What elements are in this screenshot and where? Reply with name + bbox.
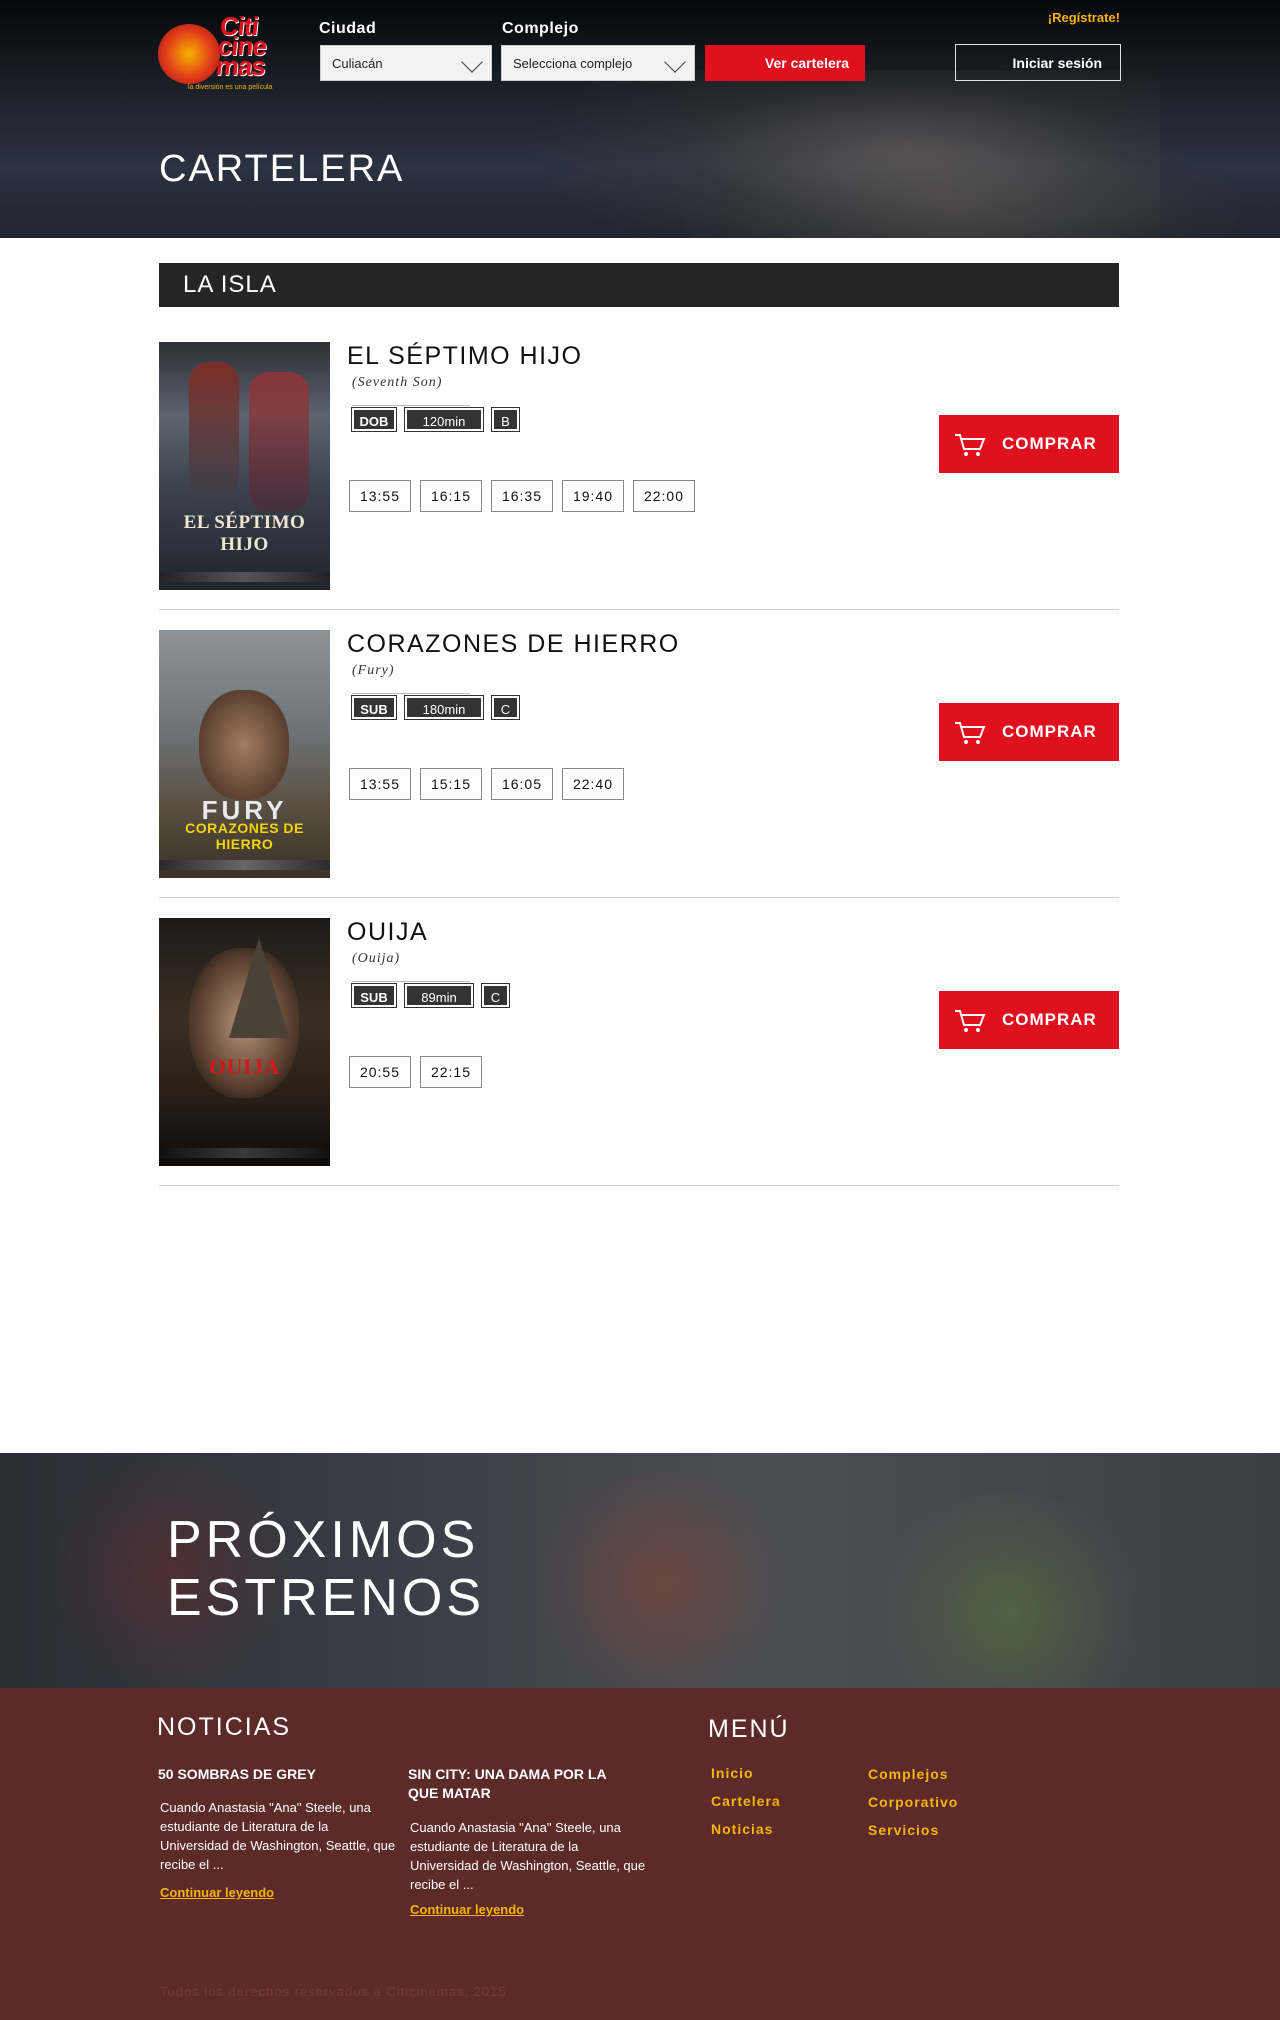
film-reel-icon (158, 24, 220, 84)
news-excerpt: Cuando Anastasia "Ana" Steele, una estud… (410, 1820, 646, 1892)
chevron-down-icon (461, 51, 483, 73)
read-more-link[interactable]: Continuar leyendo (160, 1885, 274, 1900)
poster-title: CORAZONES DE HIERRO (185, 820, 304, 852)
language-badge: SUB (351, 983, 397, 1008)
movie-poster[interactable]: OUIJA (159, 918, 330, 1166)
showtime-button[interactable]: 15:15 (420, 768, 482, 800)
register-link[interactable]: ¡Regístrate! (1048, 10, 1120, 25)
complex-label: Complejo (502, 20, 579, 37)
menu-link-corporativo[interactable]: Corporativo (868, 1794, 958, 1810)
news-heading: NOTICIAS (157, 1713, 292, 1741)
movie-original-title: (Seventh Son) (352, 375, 443, 390)
showtime-button[interactable]: 13:55 (349, 768, 411, 800)
showtime-button[interactable]: 20:55 (349, 1056, 411, 1088)
city-label: Ciudad (319, 20, 377, 37)
showtime-button[interactable]: 22:15 (420, 1056, 482, 1088)
chevron-down-icon (664, 51, 686, 73)
cart-icon (955, 1010, 986, 1032)
menu-link-inicio[interactable]: Inicio (711, 1765, 754, 1781)
movie-item: EL SÉPTIMO HIJO EL SÉPTIMO HIJO (Seventh… (159, 322, 1119, 610)
duration-badge: 120min (404, 407, 484, 432)
rating-badge: B (491, 407, 520, 432)
divider (352, 693, 470, 694)
complex-select[interactable]: Selecciona complejo (501, 45, 695, 81)
complex-section-title: LA ISLA (159, 263, 1119, 307)
news-title[interactable]: 50 SOMBRAS DE GREY (158, 1765, 388, 1784)
showtime-button[interactable]: 16:05 (491, 768, 553, 800)
poster-title: OUIJA (209, 1054, 280, 1079)
movie-item: FURY CORAZONES DE HIERRO CORAZONES DE HI… (159, 610, 1119, 898)
menu-link-complejos[interactable]: Complejos (868, 1766, 949, 1782)
movie-item: OUIJA OUIJA (Ouija) SUB 89min C 20:55 22… (159, 898, 1119, 1186)
upcoming-releases-banner[interactable]: PRÓXIMOS ESTRENOS (0, 1453, 1280, 1688)
movie-poster[interactable]: EL SÉPTIMO HIJO (159, 342, 330, 590)
menu-link-noticias[interactable]: Noticias (711, 1821, 773, 1837)
rating-badge: C (481, 983, 510, 1008)
buy-button-label: COMPRAR (1002, 722, 1097, 741)
read-more-link[interactable]: Continuar leyendo (410, 1902, 524, 1917)
movie-title[interactable]: OUIJA (347, 918, 428, 947)
menu-link-servicios[interactable]: Servicios (868, 1822, 939, 1838)
city-select-value: Culiacán (332, 56, 383, 71)
duration-badge: 89min (404, 983, 474, 1008)
showtime-button[interactable]: 22:40 (562, 768, 624, 800)
buy-button-label: COMPRAR (1002, 434, 1097, 453)
movie-original-title: (Ouija) (352, 951, 401, 966)
showtime-button[interactable]: 13:55 (349, 480, 411, 512)
showtime-button[interactable]: 19:40 (562, 480, 624, 512)
city-select[interactable]: Culiacán (320, 45, 492, 81)
showtime-button[interactable]: 22:00 (633, 480, 695, 512)
complex-select-value: Selecciona complejo (513, 56, 633, 71)
menu-link-cartelera[interactable]: Cartelera (711, 1793, 781, 1809)
buy-button-label: COMPRAR (1002, 1010, 1097, 1029)
logo-wordmark: Citi cine mas (214, 11, 268, 81)
view-schedule-button[interactable]: Ver cartelera (705, 45, 865, 81)
upcoming-title-line2: ESTRENOS (167, 1569, 486, 1627)
menu-heading: MENÚ (708, 1715, 790, 1743)
cart-icon (955, 722, 986, 744)
footer: NOTICIAS 50 SOMBRAS DE GREY Cuando Anast… (0, 1688, 1280, 2020)
duration-badge: 180min (404, 695, 484, 720)
divider (352, 405, 470, 406)
language-badge: DOB (351, 407, 397, 432)
logo-tagline: la diversión es una película (188, 84, 273, 91)
news-excerpt: Cuando Anastasia "Ana" Steele, una estud… (160, 1800, 396, 1872)
login-button[interactable]: Iniciar sesión (955, 44, 1121, 81)
buy-button[interactable]: COMPRAR (939, 703, 1119, 761)
divider (352, 981, 470, 982)
upcoming-title: PRÓXIMOS ESTRENOS (167, 1511, 485, 1627)
page-title: CARTELERA (159, 148, 405, 190)
movie-title[interactable]: EL SÉPTIMO HIJO (347, 342, 583, 371)
showtime-button[interactable]: 16:15 (420, 480, 482, 512)
copyright-text: Todos los derechos reservados a Citicine… (160, 1984, 507, 1999)
movie-title[interactable]: CORAZONES DE HIERRO (347, 630, 680, 659)
poster-title: EL SÉPTIMO HIJO (183, 512, 306, 555)
cart-icon (955, 434, 986, 456)
hero-banner: Citi cine mas la diversión es una película… (0, 0, 1280, 238)
movie-original-title: (Fury) (352, 663, 395, 678)
citicinemas-logo[interactable]: Citi cine mas la diversión es una película (158, 11, 292, 92)
buy-button[interactable]: COMPRAR (939, 415, 1119, 473)
showtime-button[interactable]: 16:35 (491, 480, 553, 512)
news-title[interactable]: SIN CITY: UNA DAMA POR LA QUE MATAR (408, 1765, 638, 1803)
upcoming-title-line1: PRÓXIMOS (167, 1511, 480, 1569)
buy-button[interactable]: COMPRAR (939, 991, 1119, 1049)
language-badge: SUB (351, 695, 397, 720)
movie-poster[interactable]: FURY CORAZONES DE HIERRO (159, 630, 330, 878)
rating-badge: C (491, 695, 520, 720)
